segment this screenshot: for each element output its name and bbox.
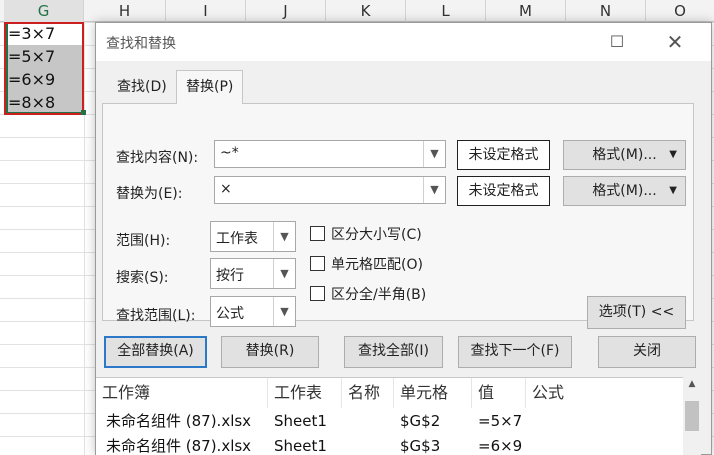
column-header-j[interactable]: J xyxy=(246,0,326,22)
chevron-down-icon[interactable]: ▼ xyxy=(273,259,295,288)
find-what-label: 查找内容(N): xyxy=(116,150,199,166)
result-row-2-formula[interactable] xyxy=(526,434,532,455)
column-header-i[interactable]: I xyxy=(166,0,246,22)
search-label: 搜索(S): xyxy=(116,270,169,286)
result-row-1-formula[interactable] xyxy=(526,409,532,433)
tab-find[interactable]: 查找(D) xyxy=(108,71,176,104)
find-format-button[interactable]: 格式(M)... ▼ xyxy=(563,140,686,170)
column-header-g[interactable]: G xyxy=(4,0,84,22)
scroll-thumb[interactable] xyxy=(685,401,699,431)
look-in-select[interactable]: 公式 ▼ xyxy=(210,296,296,327)
results-header-formula[interactable]: 公式 xyxy=(526,378,683,408)
match-case-checkbox[interactable] xyxy=(310,226,325,241)
tab-replace[interactable]: 替换(P) xyxy=(176,70,244,104)
results-header-workbook[interactable]: 工作簿 xyxy=(96,378,268,408)
close-icon: ✕ xyxy=(666,30,684,54)
find-all-button[interactable]: 查找全部(I) xyxy=(344,336,443,368)
within-value: 工作表 xyxy=(216,231,258,247)
match-width-checkbox[interactable] xyxy=(310,286,325,301)
column-header-m[interactable]: M xyxy=(486,0,566,22)
result-row-2-value[interactable]: =6×9 xyxy=(472,434,522,455)
replace-format-preview: 未设定格式 xyxy=(457,176,550,206)
look-in-label: 查找范围(L): xyxy=(116,308,196,324)
column-header-n[interactable]: N xyxy=(566,0,646,22)
result-row-1-sheet[interactable]: Sheet1 xyxy=(268,409,327,433)
results-header-cell[interactable]: 单元格 xyxy=(394,378,472,408)
find-format-preview: 未设定格式 xyxy=(457,140,550,170)
options-button[interactable]: 选项(T) << xyxy=(587,296,686,329)
search-select[interactable]: 按行 ▼ xyxy=(210,258,296,289)
chevron-down-icon[interactable]: ▼ xyxy=(273,297,295,326)
find-what-value: ~* xyxy=(220,145,239,161)
replace-format-button-label: 格式(M)... xyxy=(592,183,657,199)
replace-format-button[interactable]: 格式(M)... ▼ xyxy=(563,176,686,206)
chevron-down-icon: ▼ xyxy=(669,185,677,196)
close-window-button[interactable]: ✕ xyxy=(654,27,696,57)
dialog-title: 查找和替换 xyxy=(106,36,176,52)
replace-with-input[interactable]: × ▼ xyxy=(214,176,446,204)
replace-with-label: 替换为(E): xyxy=(116,186,183,202)
chevron-down-icon: ▼ xyxy=(669,149,677,160)
grid-line xyxy=(84,22,85,455)
find-next-button[interactable]: 查找下一个(F) xyxy=(458,336,572,368)
maximize-icon: ☐ xyxy=(609,32,625,51)
replace-all-button[interactable]: 全部替换(A) xyxy=(104,336,207,368)
replace-with-value: × xyxy=(220,181,232,197)
search-value: 按行 xyxy=(216,268,244,284)
within-label: 范围(H): xyxy=(116,233,171,249)
results-header-value[interactable]: 值 xyxy=(472,378,526,408)
result-row-2-workbook[interactable]: 未命名组件 (87).xlsx xyxy=(100,434,251,455)
column-header-k[interactable]: K xyxy=(326,0,406,22)
column-header-o[interactable]: O xyxy=(646,0,714,22)
fill-handle[interactable] xyxy=(81,110,86,115)
match-entire-label: 单元格匹配(O) xyxy=(331,257,423,273)
results-header-name[interactable]: 名称 xyxy=(342,378,394,408)
maximize-button[interactable]: ☐ xyxy=(596,27,638,57)
match-width-label: 区分全/半角(B) xyxy=(331,287,427,303)
highlight-box xyxy=(4,22,84,115)
results-scrollbar[interactable]: ▲ xyxy=(683,377,701,455)
chevron-down-icon[interactable]: ▼ xyxy=(423,141,445,167)
look-in-value: 公式 xyxy=(216,306,244,322)
find-replace-dialog: 查找和替换 ☐ ✕ 查找(D) 查找内容(N): ~* ▼ 未设定格式 格式(M… xyxy=(95,22,712,455)
match-case-label: 区分大小写(C) xyxy=(331,227,422,243)
result-row-1-cell[interactable]: $G$2 xyxy=(394,409,440,433)
scroll-up-icon[interactable]: ▲ xyxy=(683,379,701,389)
column-header-l[interactable]: L xyxy=(406,0,486,22)
find-format-button-label: 格式(M)... xyxy=(592,147,657,163)
result-row-1-value[interactable]: =5×7 xyxy=(472,409,522,433)
replace-tab-panel: 查找内容(N): ~* ▼ 未设定格式 格式(M)... ▼ 替换为(E): ×… xyxy=(102,103,694,329)
find-what-input[interactable]: ~* ▼ xyxy=(214,140,446,168)
close-button[interactable]: 关闭 xyxy=(598,336,696,368)
within-select[interactable]: 工作表 ▼ xyxy=(210,221,296,252)
result-row-1-workbook[interactable]: 未命名组件 (87).xlsx xyxy=(100,409,251,433)
result-row-2-name[interactable] xyxy=(342,434,348,455)
result-row-2-cell[interactable]: $G$3 xyxy=(394,434,440,455)
match-entire-checkbox[interactable] xyxy=(310,256,325,271)
chevron-down-icon[interactable]: ▼ xyxy=(273,222,295,251)
column-header-row: G H I J K L M N O xyxy=(0,0,714,22)
replace-button[interactable]: 替换(R) xyxy=(221,336,319,368)
results-table: 工作簿 工作表 名称 单元格 值 公式 未命名组件 (87).xlsx Shee… xyxy=(96,377,701,455)
results-header-sheet[interactable]: 工作表 xyxy=(268,378,342,408)
result-row-2-sheet[interactable]: Sheet1 xyxy=(268,434,327,455)
column-header-h[interactable]: H xyxy=(84,0,166,22)
dialog-titlebar[interactable]: 查找和替换 ☐ ✕ xyxy=(96,23,711,61)
result-row-1-name[interactable] xyxy=(342,409,348,433)
chevron-down-icon[interactable]: ▼ xyxy=(423,177,445,203)
